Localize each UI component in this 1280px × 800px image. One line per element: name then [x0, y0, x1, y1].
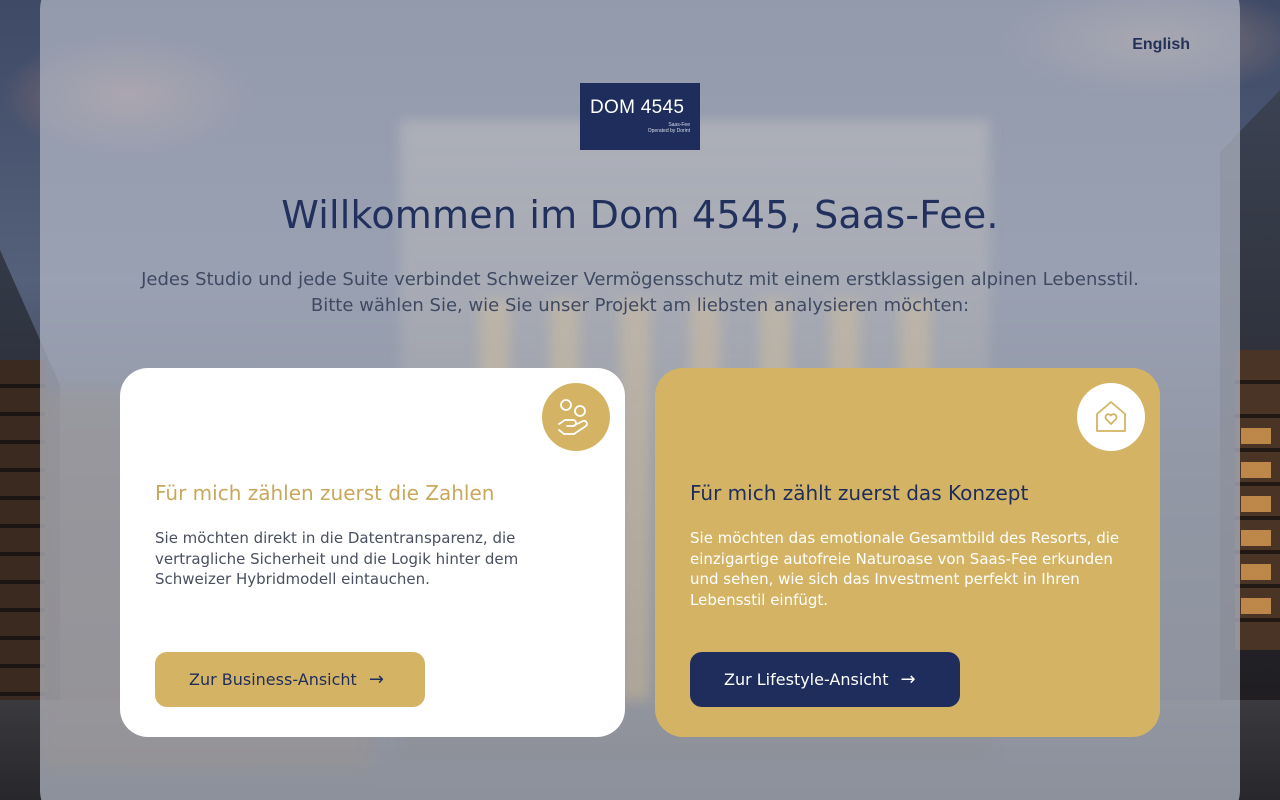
lifestyle-view-button[interactable]: Zur Lifestyle-Ansicht → — [690, 652, 960, 707]
business-card: Für mich zählen zuerst die Zahlen Sie mö… — [120, 368, 625, 737]
lifestyle-card: Für mich zählt zuerst das Konzept Sie mö… — [655, 368, 1160, 737]
lifestyle-card-title: Für mich zählt zuerst das Konzept — [690, 481, 1029, 505]
intro-text: Jedes Studio und jede Suite verbindet Sc… — [141, 269, 1139, 316]
arrow-right-icon: → — [900, 669, 916, 690]
arrow-right-icon: → — [368, 669, 384, 690]
business-card-title: Für mich zählen zuerst die Zahlen — [155, 481, 495, 505]
logo-title: DOM 4545 — [590, 97, 685, 118]
lifestyle-view-button-label: Zur Lifestyle-Ansicht — [724, 670, 889, 689]
lifestyle-card-text: Sie möchten das emotionale Gesamtbild de… — [690, 529, 1120, 609]
language-switch-link[interactable]: English — [1132, 36, 1190, 54]
business-view-button[interactable]: Zur Business-Ansicht → — [155, 652, 425, 707]
logo-subtitle: Saas-Fee Operated by Dorint — [648, 122, 690, 134]
logo-subtitle-line-2: Operated by Dorint — [647, 128, 690, 134]
house-heart-icon — [1077, 383, 1145, 451]
page-title: Willkommen im Dom 4545, Saas-Fee. — [281, 193, 999, 237]
logo: DOM 4545 Saas-Fee Operated by Dorint — [580, 83, 700, 150]
chalet-right — [1235, 350, 1280, 650]
business-view-button-label: Zur Business-Ansicht — [189, 670, 357, 689]
hand-coins-icon — [542, 383, 610, 451]
business-card-text: Sie möchten direkt in die Datentranspare… — [155, 529, 519, 588]
chalet-left — [0, 360, 45, 700]
